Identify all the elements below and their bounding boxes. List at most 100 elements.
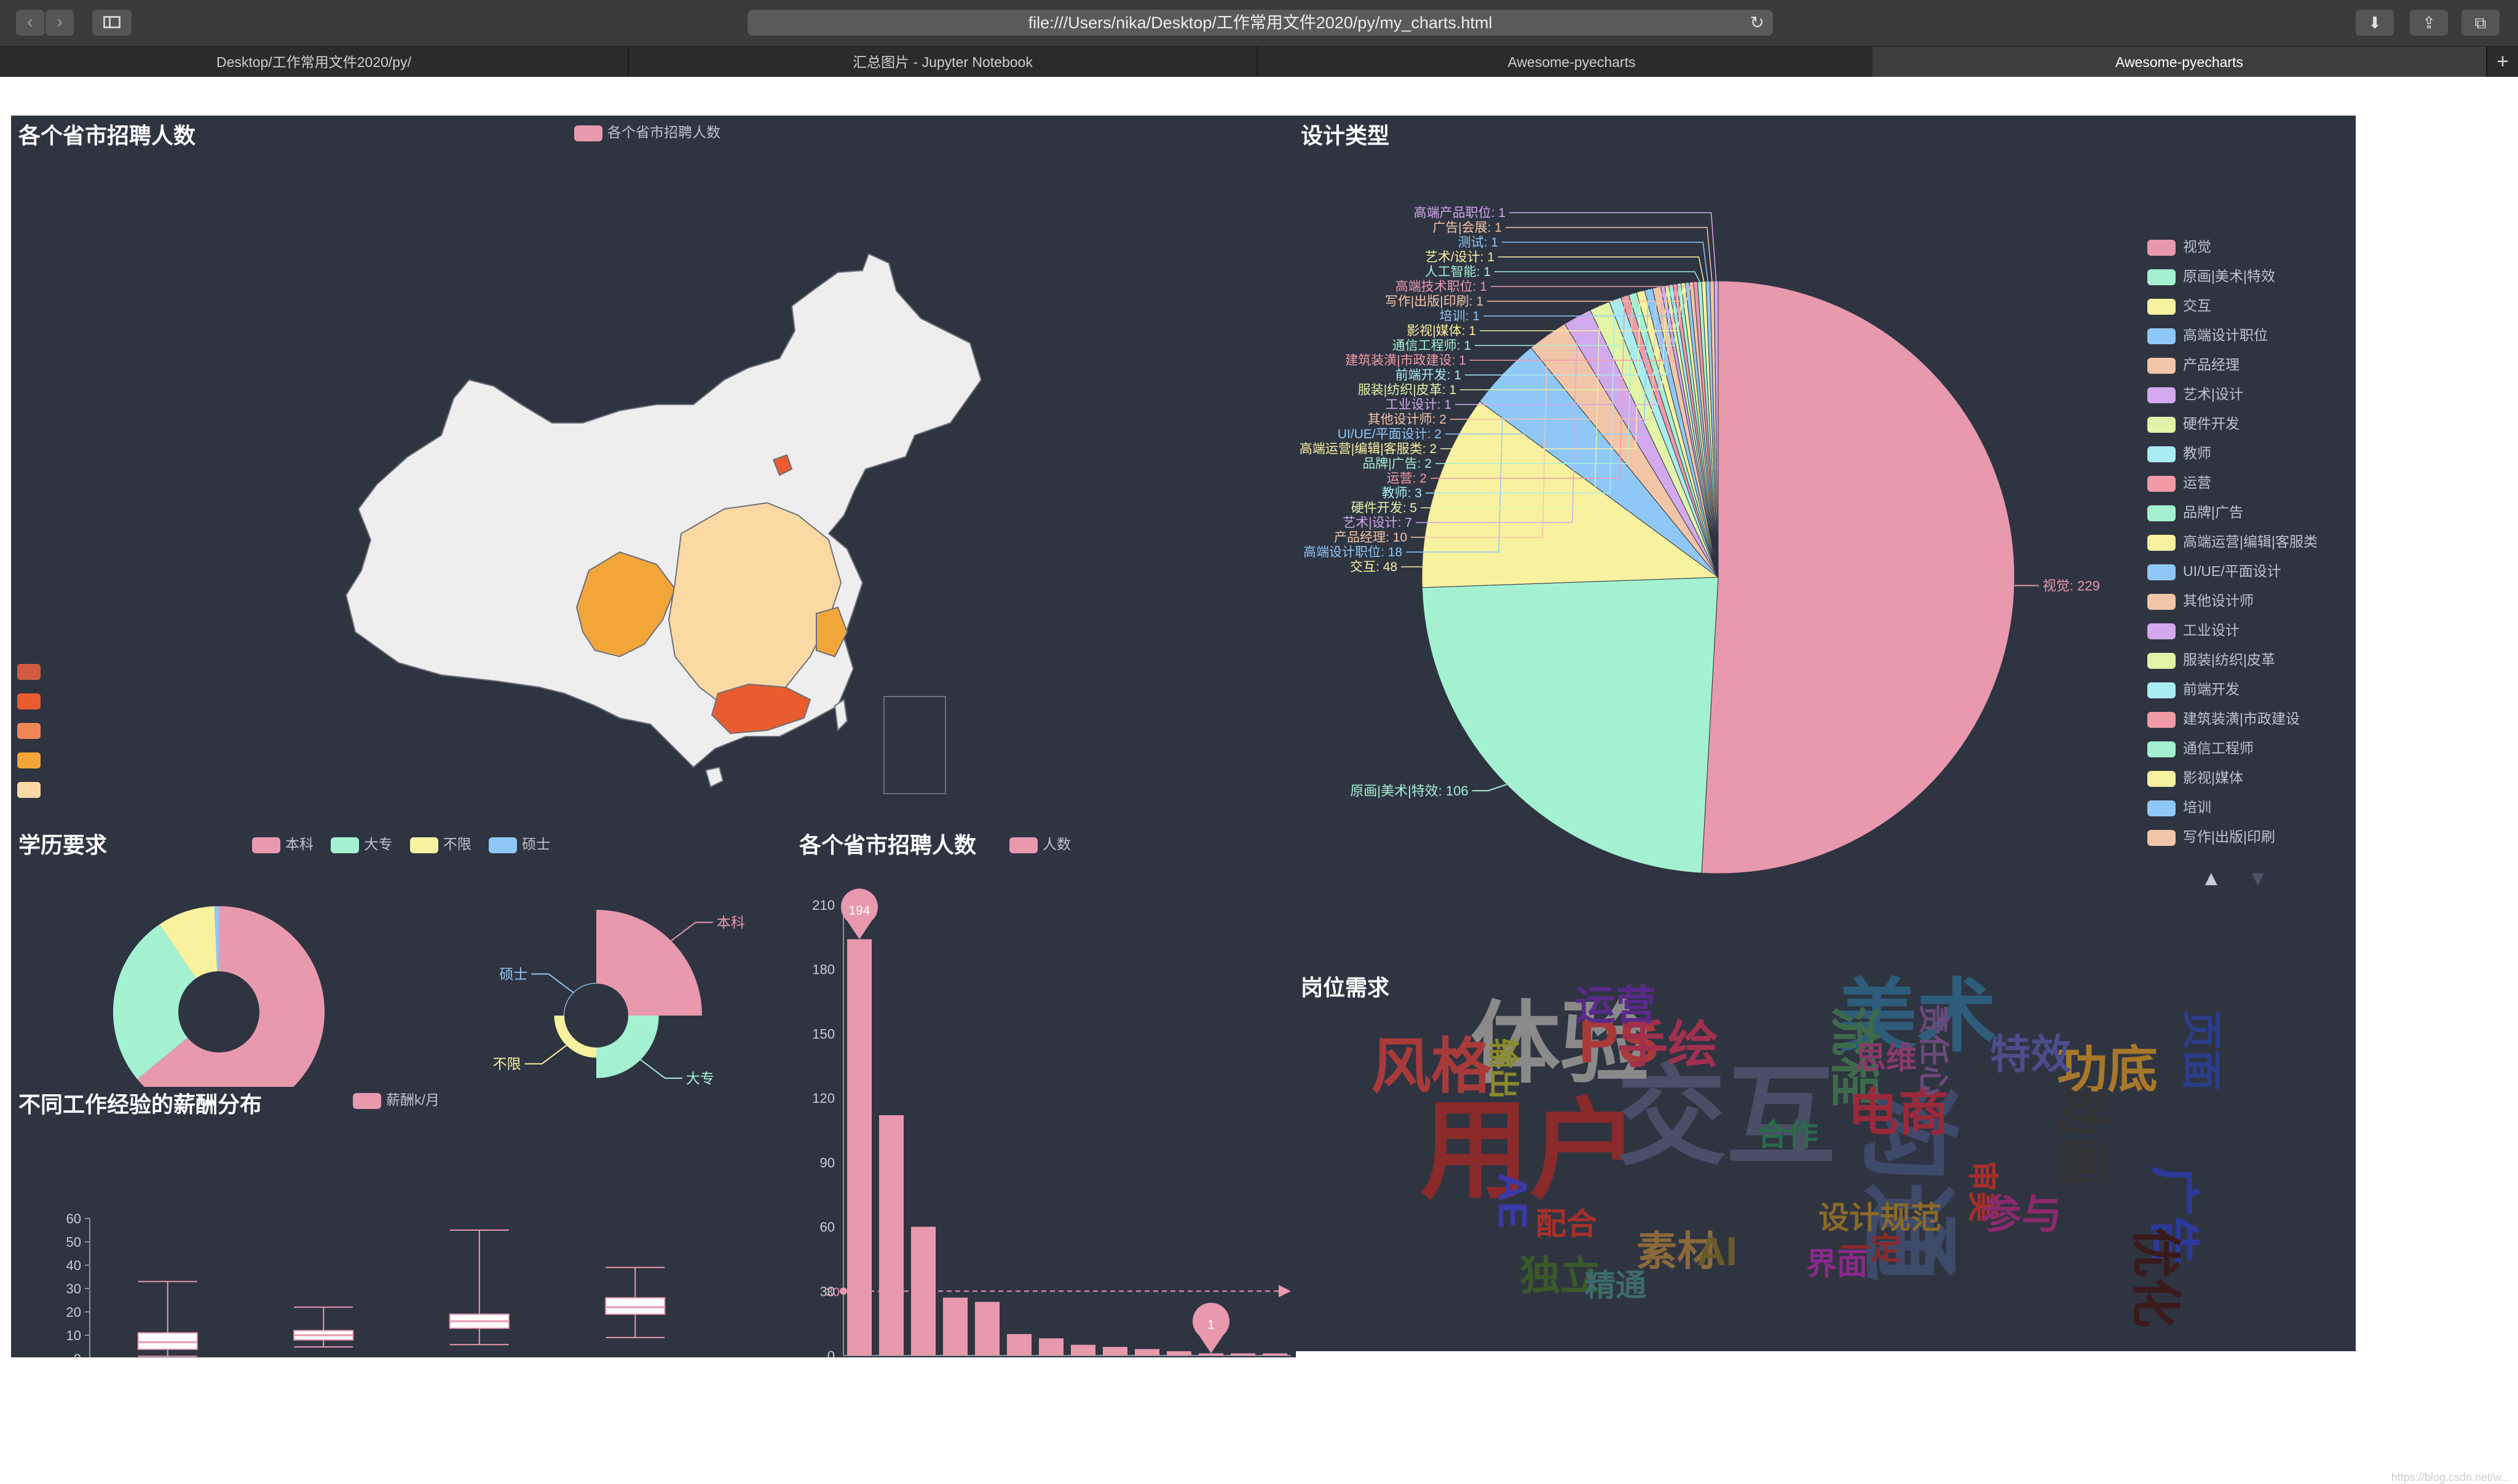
tab-desktop-folder[interactable]: Desktop/工作常用文件2020/py/ [0, 47, 629, 77]
pie-label: 影视|媒体: 1 [1407, 324, 1476, 338]
province-bar[interactable] [1135, 1349, 1159, 1356]
legend-label: 运营 [2183, 475, 2211, 491]
wordcloud-word[interactable]: 合作 [1757, 1118, 1818, 1152]
province-bar[interactable] [1071, 1344, 1095, 1356]
wordcloud-word[interactable]: 设计规范 [1818, 1201, 1941, 1235]
share-button[interactable]: ⇪ [2410, 10, 2448, 36]
new-tab-button[interactable]: + [2487, 47, 2518, 77]
province-bar[interactable] [975, 1301, 1000, 1356]
legend-label: 产品经理 [2183, 357, 2240, 373]
wordcloud-word[interactable]: AI [1697, 1228, 1737, 1274]
education-rose-slice[interactable] [596, 1016, 659, 1078]
pie-label: 高端设计职位: 18 [1303, 545, 1402, 559]
pie-legend-item[interactable]: 原画|美术|特效 [2147, 267, 2318, 296]
legend-label: 写作|出版|印刷 [2183, 829, 2275, 845]
pie-legend-item[interactable]: 培训 [2147, 798, 2318, 827]
pie-legend-item[interactable]: 视觉 [2147, 237, 2318, 267]
pie-legend-item[interactable]: 品牌|广告 [2147, 503, 2318, 532]
pie-label-line [1472, 784, 1507, 792]
pie-legend-item[interactable]: 建筑装潢|市政建设 [2147, 709, 2318, 739]
box-body[interactable] [605, 1297, 666, 1315]
pie-legend-item[interactable]: 艺术|设计 [2147, 385, 2318, 414]
pie-legend-item[interactable]: 通信工程师 [2147, 739, 2318, 768]
map-panel: 各个省市招聘人数 各个省市招聘人数 [11, 116, 1296, 816]
pie-legend-item[interactable]: 写作|出版|印刷 [2147, 827, 2318, 857]
visualmap-swatch[interactable] [17, 693, 41, 709]
province-bar[interactable] [1167, 1351, 1191, 1356]
address-bar[interactable]: file:///Users/nika/Desktop/工作常用文件2020/py… [748, 10, 1773, 36]
pie-label: 高端技术职位: 1 [1395, 280, 1487, 294]
pie-legend-item[interactable]: UI/UE/平面设计 [2147, 562, 2318, 591]
pie-slice[interactable] [1421, 577, 1719, 874]
wordcloud-word[interactable]: 参与 [1981, 1191, 2062, 1237]
province-bar[interactable] [1039, 1338, 1064, 1356]
wordcloud-word[interactable]: 运营 [1575, 982, 1656, 1028]
visualmap-swatch[interactable] [17, 752, 41, 768]
legend-label: 教师 [2183, 445, 2211, 461]
visualmap-swatch[interactable] [17, 723, 41, 739]
wordcloud-word[interactable]: 思维 [1855, 1041, 1917, 1075]
pie-panel: 设计类型 视觉: 229 原画|美术|特效: 106 交互: 48 高端设计职位: 1… [1296, 116, 2356, 970]
education-rose-slice[interactable] [596, 910, 702, 1016]
tabs-icon: ⧉ [2474, 14, 2487, 32]
tab-awesome-pyecharts-active[interactable]: Awesome-pyecharts [1873, 47, 2487, 77]
url-text: file:///Users/nika/Desktop/工作常用文件2020/py… [1028, 14, 1493, 32]
map-land[interactable] [345, 253, 982, 768]
education-rose-slice[interactable] [554, 1016, 596, 1058]
wordcloud-word[interactable]: 风格 [1371, 1032, 1492, 1100]
tab-awesome-pyecharts[interactable]: Awesome-pyecharts [1258, 47, 1887, 77]
pie-legend-item[interactable]: 影视|媒体 [2147, 768, 2318, 798]
wordcloud-word[interactable]: 特效 [1990, 1032, 2071, 1077]
triangle-down-icon[interactable]: ▼ [2248, 867, 2268, 891]
province-bar[interactable] [847, 939, 872, 1356]
pie-legend-item[interactable]: 教师 [2147, 444, 2318, 473]
wordcloud-word[interactable]: 精通 [1585, 1268, 1646, 1303]
sidebar-toggle-button[interactable] [92, 10, 132, 36]
pie-legend-item[interactable]: 其他设计师 [2147, 591, 2318, 621]
wordcloud-word[interactable]: 页面 [2179, 1009, 2224, 1091]
pie-legend-item[interactable]: 高端运营|编辑|客服类 [2147, 532, 2318, 562]
province-bar[interactable] [879, 1115, 904, 1356]
pie-legend-item[interactable]: 前端开发 [2147, 680, 2318, 709]
triangle-up-icon[interactable]: ▲ [2201, 867, 2222, 891]
pie-legend-item[interactable]: 工业设计 [2147, 621, 2318, 650]
wordcloud-word[interactable]: 配合 [1536, 1207, 1597, 1241]
salary-boxplot: 01020304050601年以下1-3年3-5年5-10年 [66, 1211, 666, 1357]
downloads-button[interactable]: ⬇ [2356, 10, 2394, 36]
pie-label: 广告|会展: 1 [1432, 221, 1502, 235]
pie-legend-item[interactable]: 服装|纺织|皮革 [2147, 650, 2318, 680]
education-rose-slice[interactable] [563, 982, 596, 1016]
province-bar[interactable] [943, 1297, 968, 1356]
pie-legend-item[interactable]: 产品经理 [2147, 355, 2318, 385]
province-bar[interactable] [1103, 1347, 1127, 1356]
reload-icon[interactable]: ↻ [1750, 10, 1764, 36]
pie-legend-item[interactable]: 运营 [2147, 473, 2318, 503]
province-bar[interactable] [1263, 1353, 1287, 1356]
wordcloud-word[interactable]: 输出 [1486, 1038, 1520, 1099]
pie-legend-item[interactable]: 硬件开发 [2147, 414, 2318, 444]
tab-overview-button[interactable]: ⧉ [2461, 10, 2500, 36]
tab-jupyter-notebook[interactable]: 汇总图片 - Jupyter Notebook [629, 47, 1258, 77]
pie-legend-item[interactable]: 高端设计职位 [2147, 326, 2318, 355]
visualmap-swatch[interactable] [17, 664, 41, 680]
wordcloud-word[interactable]: 优化 [2127, 1227, 2183, 1328]
legend-label: 影视|媒体 [2183, 770, 2243, 786]
pie-legend-item[interactable]: 交互 [2147, 296, 2318, 326]
province-bar[interactable] [1007, 1334, 1032, 1356]
wordcloud-word[interactable]: 责任心 [1916, 1004, 1951, 1096]
forward-button[interactable]: › [45, 10, 74, 36]
wordcloud-word[interactable]: 界面 [1806, 1247, 1868, 1281]
wordcloud-word[interactable]: AE [1490, 1172, 1536, 1229]
y-tick-label: 90 [820, 1155, 835, 1170]
province-bar[interactable] [1199, 1353, 1223, 1356]
pie-slice[interactable] [1701, 280, 2015, 874]
box-body[interactable] [137, 1332, 198, 1350]
map-region-hainan[interactable] [704, 766, 724, 788]
legend-swatch [2147, 829, 2176, 846]
wordcloud-word[interactable]: 动画 [2053, 1086, 2109, 1186]
map-region-taiwan[interactable] [834, 698, 848, 732]
legend-label: 硬件开发 [2183, 416, 2240, 432]
back-button[interactable]: ‹ [16, 10, 44, 36]
province-bar[interactable] [1231, 1353, 1255, 1356]
visualmap-swatch[interactable] [17, 782, 41, 798]
